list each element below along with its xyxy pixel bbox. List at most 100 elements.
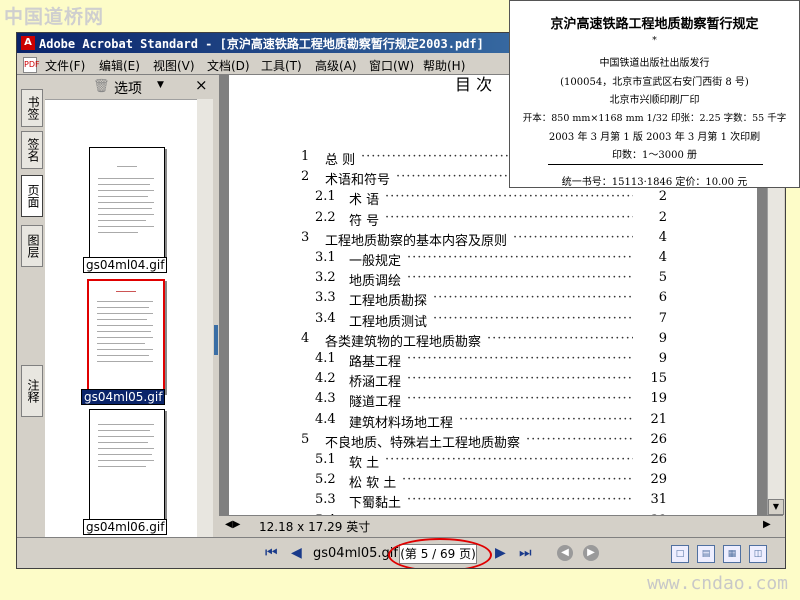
menu-document[interactable]: 文档(D) bbox=[207, 57, 250, 74]
toc-entry[interactable]: 4 各类建筑物的工程地质勘察 ···························… bbox=[301, 331, 667, 350]
toc-number: 5.1 bbox=[315, 452, 336, 467]
toc-entry[interactable]: 3.2 地质调绘 ·································… bbox=[315, 270, 667, 289]
thumbnail-header: 🗑 选项 ▼ × bbox=[45, 75, 213, 100]
tab-bookmarks[interactable]: 书签 bbox=[21, 89, 43, 127]
toc-entry[interactable]: 5 不良地质、特殊岩土工程地质勘察 ························… bbox=[301, 431, 667, 451]
menu-file[interactable]: 文件(F) bbox=[45, 57, 85, 74]
toc-entry[interactable]: 5.1 软 土 ··································… bbox=[315, 452, 667, 471]
toc-number: 4.2 bbox=[315, 371, 336, 387]
toc-leader: ········································… bbox=[513, 229, 633, 245]
menu-edit[interactable]: 编辑(E) bbox=[99, 57, 140, 74]
thumbnail-label[interactable]: gs04ml04.gif bbox=[83, 257, 168, 273]
acrobat-icon: A bbox=[21, 36, 35, 50]
toc-text: 各类建筑物的工程地质勘察 bbox=[325, 334, 482, 350]
toc-leader: ········································… bbox=[407, 250, 633, 265]
go-back-icon[interactable]: ◀ bbox=[557, 545, 573, 561]
splitter-grip[interactable] bbox=[214, 325, 218, 355]
next-page-icon[interactable]: ▶ bbox=[495, 545, 506, 561]
info-line: 开本：850 mm×1168 mm 1/32 印张：2.25 字数：55 千字 bbox=[522, 113, 787, 124]
toc-entry[interactable]: 3 工程地质勘察的基本内容及原则 ·························… bbox=[301, 229, 667, 249]
toc-page: 4 bbox=[658, 250, 667, 265]
toc-text: 术 语 bbox=[349, 193, 380, 209]
thumbnail-label-selected[interactable]: gs04ml05.gif bbox=[81, 389, 166, 405]
single-page-icon[interactable]: □ bbox=[671, 545, 689, 563]
toc-text: 路基工程 bbox=[349, 355, 402, 370]
page-thumbnail[interactable] bbox=[89, 147, 165, 259]
toc-text: 工程地质测试 bbox=[349, 314, 428, 330]
chevron-down-icon[interactable]: ▼ bbox=[157, 80, 164, 90]
watermark-bottom: www.cndao.com bbox=[647, 573, 788, 594]
info-line: (100054，北京市宣武区右安门西街 8 号) bbox=[560, 77, 749, 88]
menu-help[interactable]: 帮助(H) bbox=[423, 57, 465, 74]
previous-page-icon[interactable]: ◀ bbox=[291, 545, 302, 561]
go-forward-icon[interactable]: ▶ bbox=[583, 545, 599, 561]
toc-leader: ········································… bbox=[407, 492, 633, 508]
tab-layers[interactable]: 图层 bbox=[21, 225, 43, 267]
scroll-right-icon[interactable]: ▶ bbox=[763, 519, 771, 530]
toc-leader: ········································… bbox=[433, 290, 633, 306]
menu-window[interactable]: 窗口(W) bbox=[369, 57, 414, 74]
toc-leader: ········································… bbox=[407, 270, 633, 286]
toc-page: 5 bbox=[658, 270, 667, 286]
toc-text: 工程地质勘探 bbox=[349, 294, 428, 310]
toc-entry[interactable]: 3.4 工程地质测试 ·······························… bbox=[315, 310, 667, 330]
toc-leader: ········································… bbox=[407, 351, 633, 366]
toc-number: 5.2 bbox=[315, 472, 336, 488]
toc-entry[interactable]: 4.4 建筑材料场地工程 ·····························… bbox=[315, 411, 667, 431]
toc-text: 不良地质、特殊岩土工程地质勘察 bbox=[325, 435, 521, 451]
toc-entry[interactable]: 3.3 工程地质勘探 ·······························… bbox=[315, 290, 667, 310]
toc-text: 软 土 bbox=[349, 456, 380, 471]
trash-icon[interactable]: 🗑 bbox=[93, 79, 110, 94]
menu-advanced[interactable]: 高级(A) bbox=[315, 57, 357, 74]
toc-text: 一般规定 bbox=[349, 254, 402, 269]
toc-page: 4 bbox=[658, 229, 667, 245]
menu-tools[interactable]: 工具(T) bbox=[261, 57, 302, 74]
toc-leader: ········································… bbox=[407, 371, 633, 387]
toc-leader: ········································… bbox=[433, 310, 633, 326]
toc-number: 2.1 bbox=[315, 189, 336, 205]
document-icon[interactable]: PDF bbox=[23, 57, 40, 73]
toc-entry[interactable]: 3.1 一般规定 ·································… bbox=[315, 250, 667, 269]
navigation-toolbar: ⏮ ◀ gs04ml05.gif (第 5 / 69 页) ▶ ⏭ ◀ ▶ □ … bbox=[17, 537, 785, 568]
page-thumbnail-selected[interactable] bbox=[87, 279, 165, 393]
thumbnail-scrollbar[interactable] bbox=[197, 99, 213, 537]
close-icon[interactable]: × bbox=[195, 76, 208, 94]
scroll-down-icon[interactable]: ▼ bbox=[768, 499, 784, 515]
toc-entry[interactable]: 4.2 桥涵工程 ·································… bbox=[315, 371, 667, 390]
toc-entry[interactable]: 5.2 松 软 土 ································… bbox=[315, 472, 667, 491]
toc-text: 隧道工程 bbox=[349, 395, 402, 411]
thumbnail-label[interactable]: gs04ml06.gif bbox=[83, 519, 168, 535]
continuous-facing-icon[interactable]: ▦ bbox=[723, 545, 741, 563]
toc-leader: ········································… bbox=[459, 411, 633, 427]
toc-leader: ········································… bbox=[385, 189, 633, 205]
toc-entry[interactable]: 5.3 下蜀黏土 ·································… bbox=[315, 492, 667, 511]
info-line: 中国铁道出版社出版发行 bbox=[599, 58, 710, 69]
toc-entry[interactable]: 2.1 术 语 ··································… bbox=[315, 189, 667, 209]
toc-number: 3 bbox=[301, 229, 310, 245]
tab-comments[interactable]: 注释 bbox=[21, 365, 43, 417]
scroll-left-icon[interactable]: ◀▶ bbox=[225, 519, 240, 530]
toc-text: 建筑材料场地工程 bbox=[349, 415, 454, 431]
toc-entry[interactable]: 4.3 隧道工程 ·································… bbox=[315, 391, 667, 411]
toc-entry[interactable]: 2.2 符 号 ··································… bbox=[315, 210, 667, 229]
toc-page: 26 bbox=[650, 431, 667, 447]
toc-number: 4.1 bbox=[315, 351, 336, 366]
continuous-icon[interactable]: ▤ bbox=[697, 545, 715, 563]
tab-signatures[interactable]: 签名 bbox=[21, 131, 43, 169]
window-title: Adobe Acrobat Standard - [京沪高速铁路工程地质勘察暂行… bbox=[39, 37, 484, 51]
first-page-icon[interactable]: ⏮ bbox=[265, 545, 278, 561]
facing-icon[interactable]: ◫ bbox=[749, 545, 767, 563]
last-page-icon[interactable]: ⏭ bbox=[519, 545, 532, 561]
info-line: 统一书号：15113·1846 定价：10.00 元 bbox=[561, 177, 748, 188]
navigation-tab-strip: 书签 签名 页面 图层 注释 bbox=[17, 75, 45, 537]
highlight-circle bbox=[388, 538, 492, 568]
page-thumbnail[interactable] bbox=[89, 409, 165, 521]
info-title: 京沪高速铁路工程地质勘察暂行规定 bbox=[550, 17, 759, 32]
toc-title: 目 次 bbox=[455, 75, 493, 94]
tab-pages[interactable]: 页面 bbox=[21, 175, 43, 217]
toc-number: 5.3 bbox=[315, 492, 336, 508]
menu-view[interactable]: 视图(V) bbox=[153, 57, 195, 74]
info-line: 2003 年 3 月第 1 版 2003 年 3 月第 1 次印刷 bbox=[548, 132, 761, 143]
options-menu[interactable]: 选项 bbox=[114, 78, 142, 98]
toc-entry[interactable]: 4.1 路基工程 ·································… bbox=[315, 351, 667, 370]
